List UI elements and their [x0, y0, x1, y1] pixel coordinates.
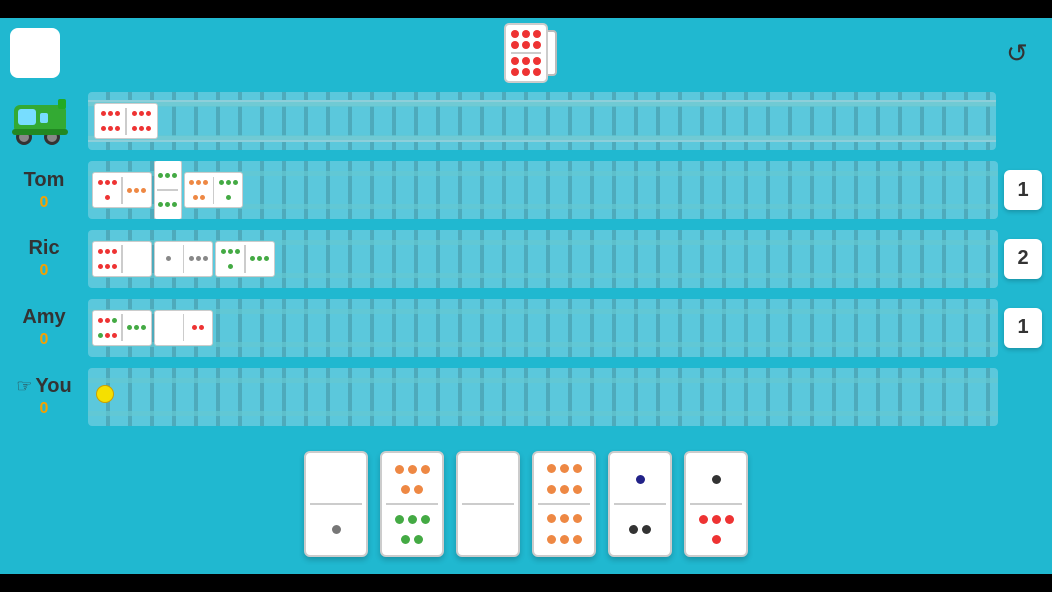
train-track [88, 92, 996, 150]
you-track[interactable] [88, 368, 998, 426]
player-row-you: ☞ You 0 [0, 363, 1042, 430]
home-button[interactable] [10, 28, 60, 78]
player-score-amy: 0 [40, 331, 49, 349]
player-name-you: You [35, 375, 71, 398]
player-row-tom: Tom 0 [0, 157, 1042, 224]
player-name-ric: Ric [28, 237, 59, 260]
top-bar: 6 [0, 18, 1052, 88]
center-domino [504, 23, 548, 83]
players-area: Tom 0 [0, 88, 1052, 434]
ric-badge: 2 [1004, 239, 1042, 279]
hand-area [0, 434, 1052, 574]
tom-badge: 1 [1004, 170, 1042, 210]
refresh-button[interactable]: ↺ [992, 28, 1042, 78]
ric-track[interactable] [88, 230, 998, 288]
player-name-amy: Amy [22, 306, 65, 329]
amy-badge: 1 [1004, 308, 1042, 348]
hand-domino-3[interactable] [456, 451, 520, 557]
amy-track[interactable] [88, 299, 998, 357]
player-score-you: 0 [40, 400, 49, 418]
hand-domino-2[interactable] [380, 451, 444, 557]
hand-domino-6[interactable] [684, 451, 748, 557]
player-name-tom: Tom [24, 169, 65, 192]
train-row [0, 88, 1042, 155]
hand-domino-5[interactable] [608, 451, 672, 557]
hand-domino-4[interactable] [532, 451, 596, 557]
tom-track[interactable] [88, 161, 998, 219]
player-score-tom: 0 [40, 194, 49, 212]
player-score-ric: 0 [40, 262, 49, 280]
player-row-amy: Amy 0 [0, 294, 1042, 361]
game-area: 6 [0, 18, 1052, 574]
hand-domino-1[interactable] [304, 451, 368, 557]
you-marker [96, 385, 114, 403]
train-icon [10, 93, 78, 149]
player-row-ric: Ric 0 [0, 226, 1042, 293]
you-arrow: ☞ [16, 376, 32, 397]
